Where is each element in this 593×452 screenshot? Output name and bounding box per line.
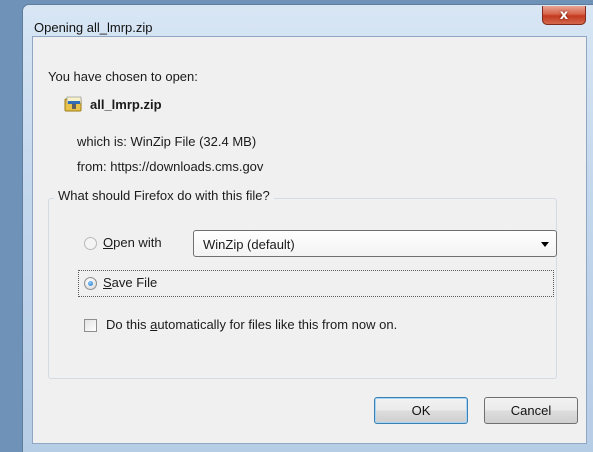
ok-button[interactable]: OK <box>374 397 468 424</box>
open-with-app-select[interactable]: WinZip (default) <box>193 230 557 257</box>
dialog-content: You have chosen to open: all_lmrp.zip wh… <box>0 0 593 452</box>
save-file-label[interactable]: Save File <box>103 275 157 290</box>
file-name: all_lmrp.zip <box>90 96 162 112</box>
chevron-down-icon <box>541 242 549 247</box>
file-source-info: from: https://downloads.cms.gov <box>77 159 264 174</box>
file-type-info: which is: WinZip File (32.4 MB) <box>77 134 257 149</box>
file-row: all_lmrp.zip <box>64 96 162 112</box>
auto-action-label[interactable]: Do this automatically for files like thi… <box>106 317 397 332</box>
action-group-legend: What should Firefox do with this file? <box>54 188 274 203</box>
save-file-radio[interactable] <box>84 277 97 290</box>
auto-action-checkbox[interactable] <box>84 319 97 332</box>
open-with-app-value: WinZip (default) <box>203 237 295 252</box>
open-with-label[interactable]: Open with <box>103 235 162 250</box>
winzip-file-icon <box>64 96 82 112</box>
cancel-button[interactable]: Cancel <box>484 397 578 424</box>
open-with-radio[interactable] <box>84 237 97 250</box>
chosen-to-open-heading: You have chosen to open: <box>48 69 198 84</box>
